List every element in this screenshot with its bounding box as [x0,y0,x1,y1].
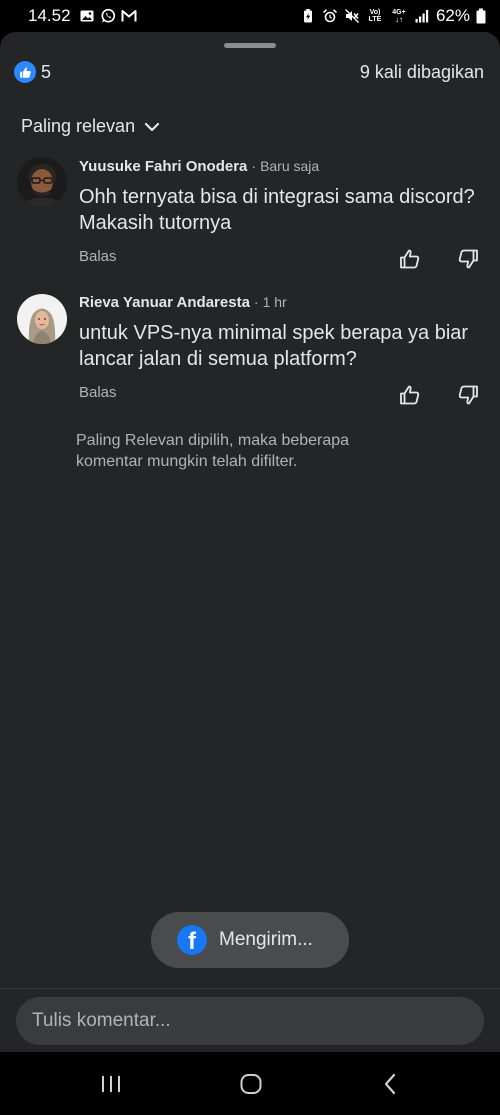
thumbs-down-icon[interactable] [456,383,480,407]
comment-text: untuk VPS-nya minimal spek berapa ya bia… [79,322,469,370]
comment-author[interactable]: Yuusuke Fahri Onodera [79,158,247,175]
facebook-icon: f [177,925,207,955]
back-icon[interactable] [379,1072,403,1096]
status-bar: 14.52 Vo) LTE 4G+ ↓↑ 62% [0,0,500,32]
thumbs-up-icon[interactable] [398,383,422,407]
gmail-icon [121,8,137,24]
reactions-row: 5 9 kali dibagikan [14,60,484,84]
comment-input[interactable] [16,997,484,1045]
mute-icon [344,8,360,24]
gallery-icon [79,8,95,24]
sending-toast: f Mengirim... [151,912,349,968]
comments-sheet: 5 9 kali dibagikan Paling relevan Yuusuk… [0,32,500,1052]
comment-author[interactable]: Rieva Yanuar Andaresta [79,294,250,311]
chevron-down-icon [143,118,161,136]
comment-text: Ohh ternyata bisa di integrasi sama disc… [79,186,475,234]
reply-button[interactable]: Balas [79,384,117,401]
status-time: 14.52 [28,6,71,25]
battery-icon [476,8,486,24]
battery-saver-icon [300,8,316,24]
avatar[interactable] [17,294,67,344]
home-icon[interactable] [239,1072,263,1096]
like-reaction-icon[interactable] [14,61,36,83]
filter-note: Paling Relevan dipilih, maka beberapa ko… [76,432,350,470]
like-count[interactable]: 5 [41,62,51,83]
alarm-icon [322,8,338,24]
volte-icon: Vo) LTE [366,9,384,23]
battery-percent: 62% [435,6,470,25]
comment-time: 1 hr [262,294,287,310]
separator-dot: · [253,294,259,310]
whatsapp-icon [100,8,116,24]
avatar[interactable] [17,157,67,207]
separator-dot: · [251,158,257,174]
thumbs-up-icon[interactable] [398,247,422,271]
volte-label: Vo) LTE [368,9,382,23]
comment-time: Baru saja [260,158,320,174]
composer-bar [0,988,500,1052]
sort-dropdown[interactable]: Paling relevan [21,116,161,137]
signal-icon [414,8,430,24]
drag-handle[interactable] [224,43,276,48]
4g-icon: 4G+ ↓↑ [390,9,408,24]
navigation-bar [0,1052,500,1115]
recent-apps-icon[interactable] [99,1072,123,1096]
sort-label: Paling relevan [21,116,136,136]
share-count[interactable]: 9 kali dibagikan [360,62,484,83]
thumbs-down-icon[interactable] [456,247,480,271]
reply-button[interactable]: Balas [79,248,117,265]
toast-text: Mengirim... [219,929,313,950]
